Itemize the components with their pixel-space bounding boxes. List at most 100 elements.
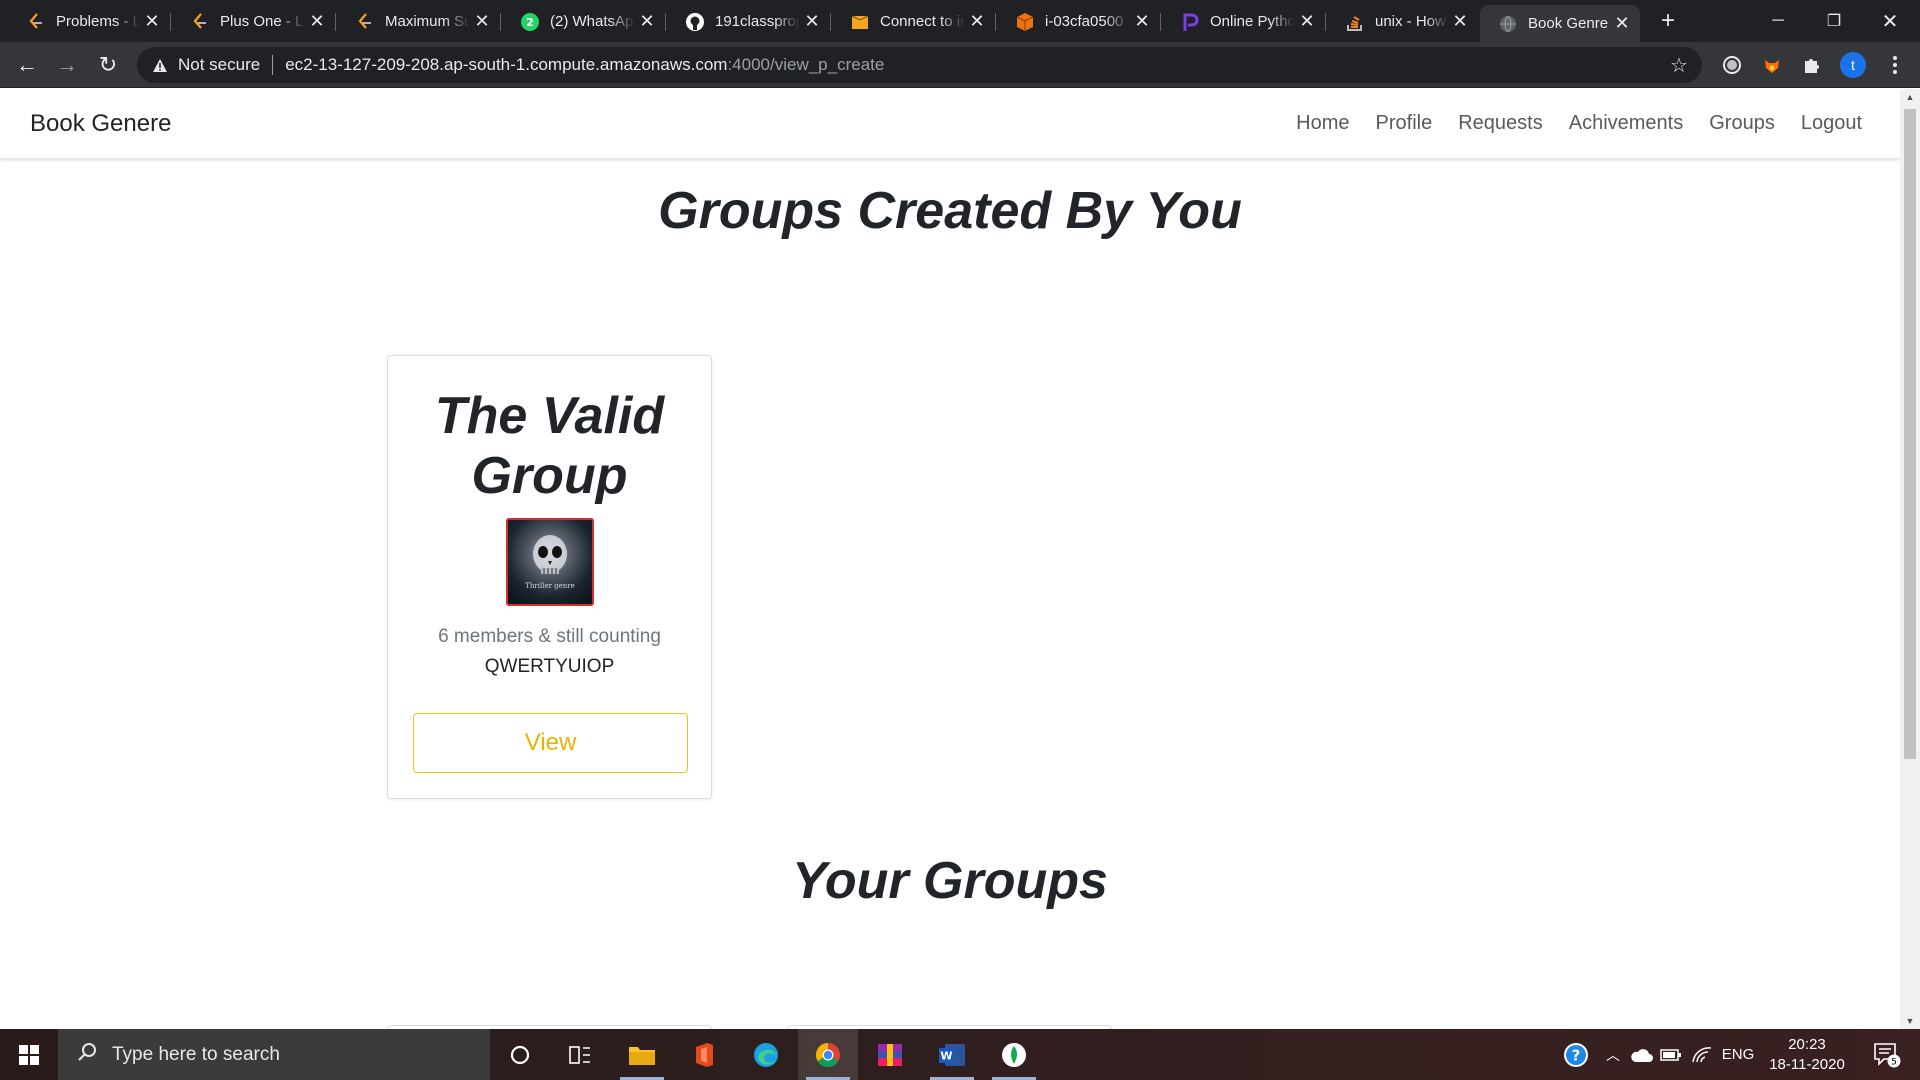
tab-title: Connect to instance — [880, 13, 965, 30]
scroll-up-arrow[interactable]: ▲ — [1900, 89, 1920, 105]
group-name: The Valid Group — [434, 387, 665, 505]
leetcode-icon — [355, 12, 375, 32]
tab-separator — [170, 13, 171, 31]
help-icon[interactable]: ? — [1556, 1029, 1596, 1080]
extension-fox-icon[interactable] — [1760, 53, 1784, 77]
site-brand[interactable]: Book Genere — [30, 110, 171, 138]
created-groups-heading: Groups Created By You — [658, 182, 1242, 240]
nav-logout-link[interactable]: Logout — [1801, 112, 1862, 135]
nav-links: Home Profile Requests Achivements Groups… — [1296, 112, 1862, 135]
scrollbar-thumb[interactable] — [1904, 109, 1916, 759]
your-groups-heading: Your Groups — [792, 852, 1108, 910]
page-scrollbar[interactable]: ▲ ▼ — [1900, 89, 1920, 1029]
tab-title: Online Python — [1210, 13, 1295, 30]
warning-triangle-icon[interactable] — [150, 58, 170, 73]
language-indicator[interactable]: ENG — [1718, 1029, 1758, 1080]
close-tab-icon[interactable]: ✕ — [965, 11, 989, 32]
nav-requests-link[interactable]: Requests — [1458, 112, 1543, 135]
taskbar-search-box[interactable]: Type here to search — [58, 1029, 490, 1080]
clock-time: 20:23 — [1788, 1036, 1826, 1053]
minimize-window-button[interactable]: ─ — [1750, 0, 1806, 42]
close-tab-icon[interactable]: ✕ — [470, 11, 494, 32]
security-status[interactable]: Not secure — [178, 55, 260, 75]
close-tab-icon[interactable]: ✕ — [1130, 11, 1154, 32]
close-tab-icon[interactable]: ✕ — [635, 11, 659, 32]
winrar-icon[interactable] — [860, 1029, 920, 1080]
windows-taskbar: Type here to search W ? ︿ ENG 20:23 18-1… — [0, 1029, 1920, 1080]
tab-title: unix - How to — [1375, 13, 1448, 30]
profile-avatar[interactable]: t — [1840, 52, 1866, 78]
extensions-puzzle-icon[interactable] — [1800, 53, 1824, 77]
file-explorer-icon[interactable] — [612, 1029, 672, 1080]
tab-title: Plus One - LeetCode — [220, 13, 305, 30]
scroll-down-arrow[interactable]: ▼ — [1900, 1013, 1920, 1029]
leetcode-icon — [190, 12, 210, 32]
mongodb-compass-icon[interactable] — [984, 1029, 1044, 1080]
tab-separator — [665, 13, 666, 31]
browser-tab[interactable]: Maximum Subarray ✕ — [337, 5, 501, 38]
view-group-button[interactable]: View — [413, 713, 688, 773]
browser-tab[interactable]: Online Python ✕ — [1162, 5, 1326, 38]
github-icon — [685, 12, 705, 32]
bookmark-star-icon[interactable]: ☆ — [1668, 53, 1690, 78]
svg-text:?: ? — [1572, 1046, 1581, 1064]
tray-expand-chevron-icon[interactable]: ︿ — [1600, 1029, 1626, 1080]
onedrive-cloud-icon[interactable] — [1628, 1029, 1656, 1080]
back-button[interactable]: ← — [12, 50, 42, 80]
close-window-button[interactable]: ✕ — [1862, 0, 1918, 42]
browser-tab[interactable]: unix - How to ✕ — [1327, 5, 1478, 38]
tab-title: 191classproject — [715, 13, 800, 30]
notification-center-icon[interactable]: 5 — [1862, 1029, 1912, 1080]
taskbar-clock[interactable]: 20:23 18-11-2020 — [1762, 1035, 1852, 1075]
cortana-icon[interactable] — [490, 1029, 550, 1080]
close-tab-icon[interactable]: ✕ — [140, 11, 164, 32]
close-tab-icon[interactable]: ✕ — [305, 11, 329, 32]
site-navbar: Book Genere Home Profile Requests Achive… — [0, 89, 1900, 159]
extension-record-icon[interactable] — [1720, 53, 1744, 77]
chrome-icon[interactable] — [798, 1029, 858, 1080]
browser-tab[interactable]: Connect to instance ✕ — [832, 5, 996, 38]
svg-text:W: W — [940, 1049, 952, 1062]
browser-tab[interactable]: Plus One - LeetCode ✕ — [172, 5, 336, 38]
tab-separator — [830, 13, 831, 31]
edge-browser-icon[interactable] — [736, 1029, 796, 1080]
page-viewport: Book Genere Home Profile Requests Achive… — [0, 89, 1920, 1029]
close-tab-icon[interactable]: ✕ — [1610, 13, 1634, 34]
nav-home-link[interactable]: Home — [1296, 112, 1349, 135]
nav-groups-link[interactable]: Groups — [1709, 112, 1775, 135]
reload-button[interactable]: ↻ — [93, 50, 123, 80]
windows-start-button[interactable] — [0, 1029, 58, 1080]
tab-separator — [995, 13, 996, 31]
task-view-icon[interactable] — [550, 1029, 610, 1080]
restore-window-button[interactable]: ❐ — [1806, 0, 1862, 42]
office-icon[interactable] — [674, 1029, 734, 1080]
browser-menu-icon[interactable] — [1885, 52, 1905, 78]
svg-text:2: 2 — [526, 16, 534, 29]
tab-separator — [1160, 13, 1161, 31]
wifi-icon[interactable] — [1688, 1029, 1716, 1080]
browser-tab[interactable]: i-03cfa0500 ✕ — [997, 5, 1161, 38]
thumb-caption: Thriller genre — [525, 582, 575, 590]
forward-button[interactable]: → — [52, 50, 82, 80]
tab-separator — [500, 13, 501, 31]
word-icon[interactable]: W — [922, 1029, 982, 1080]
close-tab-icon[interactable]: ✕ — [1295, 11, 1319, 32]
address-bar[interactable]: Not secure ec2-13-127-209-208.ap-south-1… — [137, 47, 1702, 83]
browser-tab[interactable]: 2 (2) WhatsApp ✕ — [502, 5, 666, 38]
url-divider — [272, 55, 274, 75]
member-count: 6 members & still counting — [438, 626, 661, 647]
group-card: The Valid Group Thriller genre 6 members… — [387, 355, 712, 799]
notification-count: 5 — [1891, 1057, 1897, 1067]
browser-tab-active[interactable]: Book Genre ✕ — [1480, 5, 1640, 42]
nav-profile-link[interactable]: Profile — [1376, 112, 1433, 135]
close-tab-icon[interactable]: ✕ — [1448, 11, 1472, 32]
close-tab-icon[interactable]: ✕ — [800, 11, 824, 32]
tab-title: i-03cfa0500 — [1045, 13, 1124, 30]
battery-icon[interactable] — [1658, 1029, 1684, 1080]
nav-achievements-link[interactable]: Achivements — [1569, 112, 1684, 135]
new-tab-button[interactable]: + — [1655, 8, 1681, 34]
browser-tab[interactable]: Problems - LeetCode ✕ — [8, 5, 171, 38]
browser-tab[interactable]: 191classproject ✕ — [667, 5, 831, 38]
url-host: ec2-13-127-209-208.ap-south-1.compute.am… — [285, 55, 728, 74]
tab-separator — [335, 13, 336, 31]
